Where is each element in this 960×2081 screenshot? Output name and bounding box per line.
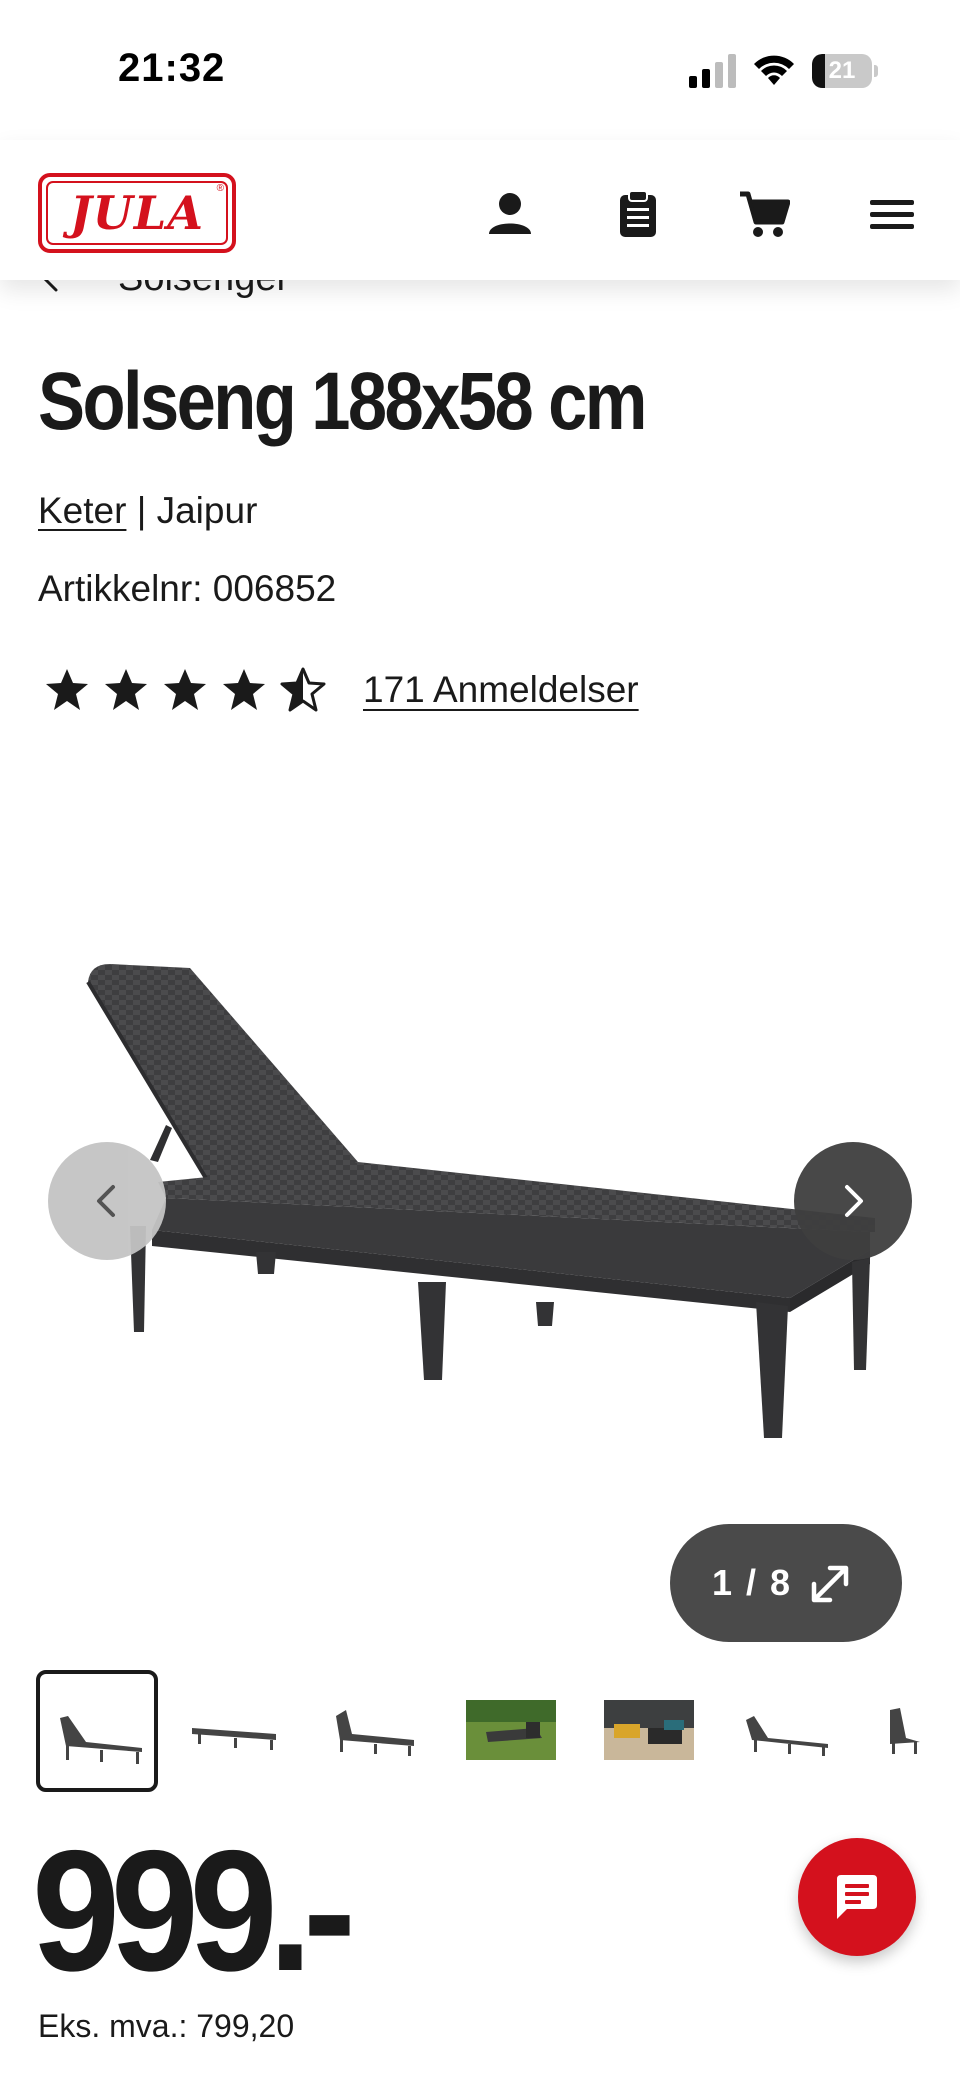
price: 999.-	[32, 1815, 356, 2007]
gallery-counter-button[interactable]: 1 / 8	[670, 1524, 902, 1642]
battery-level: 21	[828, 57, 856, 84]
gallery-next-button[interactable]	[794, 1142, 912, 1260]
gallery-counter: 1 / 8	[712, 1562, 793, 1603]
star-half-icon	[280, 667, 326, 712]
chat-button[interactable]	[798, 1838, 916, 1956]
thumbnail-1[interactable]	[36, 1670, 158, 1792]
logo-text: JULA	[70, 186, 204, 240]
product-title: Solseng 188x58 cm	[38, 356, 647, 447]
star-full-icon	[105, 669, 147, 710]
brand-line: Keter | Jaipur	[38, 490, 257, 532]
thumbnail-6[interactable]	[726, 1670, 848, 1792]
thumbnail-3[interactable]	[312, 1670, 434, 1792]
star-full-icon	[46, 669, 88, 710]
clipboard-icon[interactable]	[612, 188, 664, 240]
chevron-left-icon	[97, 1185, 115, 1217]
gallery-prev-button[interactable]	[48, 1142, 166, 1260]
cart-icon[interactable]	[738, 188, 790, 240]
chevron-right-icon	[845, 1185, 863, 1217]
product-image-sun-lounger[interactable]	[70, 930, 890, 1450]
status-bar: 21:32 21	[0, 0, 960, 140]
reviews-link[interactable]: 171 Anmeldelser	[363, 669, 639, 711]
cellular-signal-icon	[689, 54, 736, 88]
star-full-icon	[164, 669, 206, 710]
wifi-icon	[754, 55, 794, 85]
thumbnail-5[interactable]	[588, 1670, 710, 1792]
jula-logo[interactable]: JULA ®	[38, 173, 236, 253]
star-full-icon	[223, 669, 265, 710]
brand-link[interactable]: Keter	[38, 490, 126, 531]
thumbnail-7[interactable]	[864, 1670, 960, 1792]
article-number: Artikkelnr: 006852	[38, 568, 337, 609]
chat-icon	[837, 1875, 877, 1919]
thumbnail-2[interactable]	[174, 1670, 296, 1792]
menu-icon[interactable]	[866, 188, 918, 240]
series-name: Jaipur	[156, 490, 258, 531]
price-ex-vat: Eks. mva.: 799,20	[38, 2008, 295, 2044]
site-header: JULA ®	[0, 140, 960, 280]
expand-icon	[811, 1565, 849, 1603]
thumbnail-strip	[36, 1670, 960, 1794]
brand-separator: |	[126, 490, 157, 531]
rating-row: 171 Anmeldelser	[44, 665, 639, 715]
thumbnail-4[interactable]	[450, 1670, 572, 1792]
status-time: 21:32	[118, 46, 226, 90]
user-icon[interactable]	[484, 188, 536, 240]
battery-icon: 21	[812, 54, 878, 88]
